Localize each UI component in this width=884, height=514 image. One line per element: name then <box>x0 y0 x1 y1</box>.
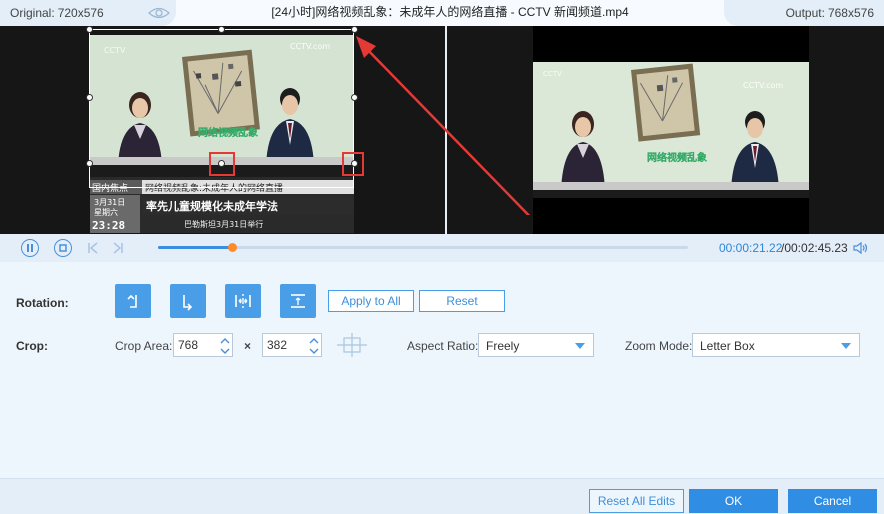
window-title: [24小时]网络视频乱象：未成年人的网络直播 - CCTV 新闻频道.mp4 <box>271 5 629 19</box>
crop-handle-middle-right[interactable] <box>351 94 358 101</box>
rotate-right-button[interactable] <box>170 284 206 318</box>
news-studio-output-image: 网络视频乱象 CCTV CCTV.com <box>533 62 809 198</box>
highlight-box-bottom-center <box>209 152 235 176</box>
height-up-icon[interactable] <box>309 336 319 346</box>
footer-bar: Reset All Edits OK Cancel <box>0 478 884 514</box>
flip-vertical-button[interactable] <box>280 284 316 318</box>
width-up-icon[interactable] <box>220 336 230 346</box>
reset-all-edits-button[interactable]: Reset All Edits <box>589 489 684 513</box>
output-size-pill: Output: 768x576 <box>724 0 884 26</box>
center-crosshair-icon[interactable] <box>336 332 368 358</box>
eye-icon[interactable] <box>148 7 170 19</box>
reset-button[interactable]: Reset <box>419 290 505 312</box>
chevron-down-icon <box>841 343 851 349</box>
current-time: 00:00:21.22 <box>719 241 783 255</box>
stop-button[interactable] <box>54 239 72 257</box>
cancel-button[interactable]: Cancel <box>788 489 877 513</box>
chevron-down-icon <box>575 343 585 349</box>
original-size-pill: Original: 720x576 <box>0 0 176 26</box>
svg-text:网络视频乱象: 网络视频乱象 <box>647 151 707 164</box>
edit-panel: Rotation: Apply to All Reset Crop: Crop … <box>0 262 884 478</box>
pause-icon <box>27 244 33 252</box>
top-bar: Original: 720x576 [24小时]网络视频乱象：未成年人的网络直播… <box>0 0 884 26</box>
playback-timeline: 00:00:21.22 /00:02:45.23 <box>0 234 884 262</box>
progress-fill <box>158 246 232 249</box>
svg-text:23:28: 23:28 <box>92 219 125 232</box>
svg-text:3月31日: 3月31日 <box>94 198 125 207</box>
pause-button[interactable] <box>21 239 39 257</box>
progress-track[interactable] <box>158 243 688 252</box>
width-down-icon[interactable] <box>220 346 230 356</box>
svg-text:CCTV.com: CCTV.com <box>743 81 783 90</box>
apply-to-all-button[interactable]: Apply to All <box>328 290 414 312</box>
crop-handle-top-left[interactable] <box>86 26 93 33</box>
crop-handle-bottom-left[interactable] <box>86 160 93 167</box>
zoom-mode-value: Letter Box <box>700 339 755 353</box>
flip-horizontal-icon <box>235 294 251 308</box>
svg-text:星期六: 星期六 <box>94 207 118 217</box>
output-video-frame: 网络视频乱象 CCTV CCTV.com <box>533 26 809 234</box>
crop-handle-top-center[interactable] <box>218 26 225 33</box>
zoom-mode-select[interactable]: Letter Box <box>692 333 860 357</box>
prev-frame-icon[interactable] <box>87 241 99 255</box>
next-frame-icon[interactable] <box>112 241 124 255</box>
flip-horizontal-button[interactable] <box>225 284 261 318</box>
svg-text:CCTV: CCTV <box>543 70 562 78</box>
rotate-left-icon <box>127 294 137 308</box>
progress-knob[interactable] <box>227 243 237 252</box>
preview-area: 网络视频乱象 CCTV CCTV.com 国内焦点 网络视频乱象:未成年人的网络… <box>0 26 884 234</box>
aspect-ratio-value: Freely <box>486 339 520 353</box>
rotate-right-icon <box>183 295 193 311</box>
rotate-left-button[interactable] <box>115 284 151 318</box>
rotation-label: Rotation: <box>16 296 69 310</box>
red-annotation-arrow <box>356 36 531 215</box>
stop-icon <box>59 244 67 252</box>
height-down-icon[interactable] <box>309 346 319 356</box>
aspect-ratio-select[interactable]: Freely <box>478 333 594 357</box>
crop-handle-top-right[interactable] <box>351 26 358 33</box>
crop-handle-middle-left[interactable] <box>86 94 93 101</box>
flip-vertical-icon <box>291 294 305 308</box>
ok-button[interactable]: OK <box>689 489 778 513</box>
crop-label: Crop: <box>16 339 48 353</box>
original-label: Original: <box>10 6 55 20</box>
crop-height-stepper[interactable] <box>262 333 322 357</box>
crop-width-input[interactable] <box>174 334 218 356</box>
times-sign: × <box>244 339 252 353</box>
preview-divider <box>445 26 447 234</box>
crop-width-stepper[interactable] <box>173 333 233 357</box>
volume-icon[interactable] <box>853 241 869 255</box>
output-label: Output: <box>785 6 825 20</box>
crop-area-label: Crop Area: <box>115 339 173 353</box>
output-size-value: 768x576 <box>827 6 874 20</box>
original-size-value: 720x576 <box>57 6 104 20</box>
svg-text:巴勒斯坦3月31日举行: 巴勒斯坦3月31日举行 <box>184 219 263 229</box>
aspect-ratio-label: Aspect Ratio: <box>407 339 479 353</box>
svg-text:率先儿童规模化未成年学法: 率先儿童规模化未成年学法 <box>146 199 278 213</box>
crop-height-input[interactable] <box>263 334 307 356</box>
total-time: /00:02:45.23 <box>781 241 848 255</box>
zoom-mode-label: Zoom Mode: <box>625 339 693 353</box>
highlight-box-bottom-right <box>342 152 364 176</box>
